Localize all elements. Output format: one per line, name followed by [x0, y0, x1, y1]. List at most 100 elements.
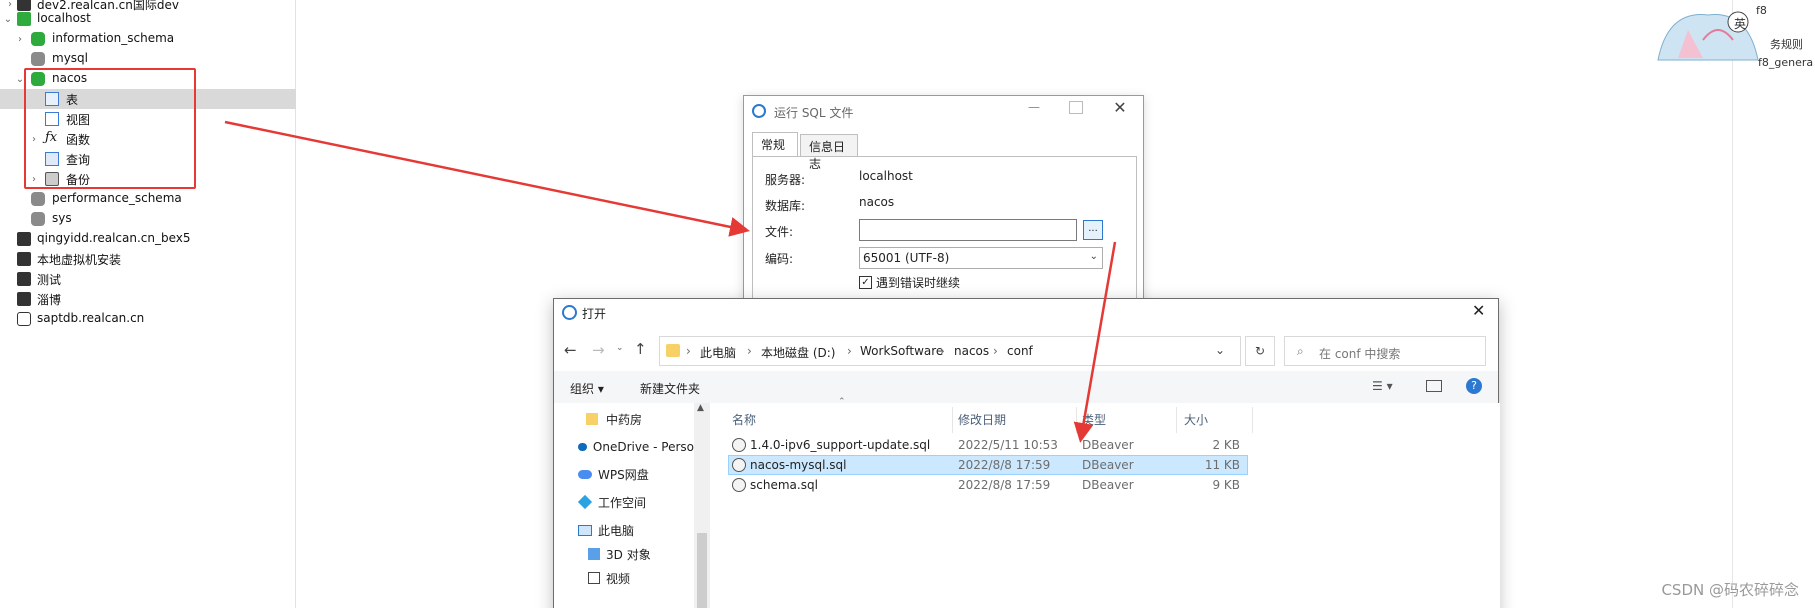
server-label: 服务器:: [765, 173, 806, 187]
chevron-right-icon[interactable]: ›: [14, 34, 26, 45]
close-button[interactable]: ✕: [1110, 98, 1130, 117]
background-text: f8_genera: [1758, 56, 1814, 69]
dbeaver-file-icon: [732, 478, 746, 492]
breadcrumb-item[interactable]: WorkSoftware: [860, 344, 943, 358]
back-icon[interactable]: ←: [564, 341, 577, 359]
nav-item[interactable]: 中药房: [578, 409, 694, 429]
tree-item-label: qingyidd.realcan.cn_bex5: [37, 231, 191, 245]
column-header-size[interactable]: 大小: [1184, 411, 1208, 428]
file-size: 9 KB: [1212, 478, 1240, 492]
nav-item-label: 中药房: [606, 412, 643, 427]
nav-item[interactable]: 此电脑: [578, 520, 694, 540]
tree-item-label: localhost: [37, 11, 91, 25]
minimize-button[interactable]: —: [1024, 100, 1044, 114]
forward-icon[interactable]: →: [592, 341, 605, 359]
maximize-button[interactable]: [1069, 101, 1083, 114]
tree-item-label: mysql: [52, 51, 88, 65]
column-header-type[interactable]: 类型: [1082, 411, 1106, 428]
continue-on-error-checkbox[interactable]: ✓: [859, 276, 872, 289]
tree-item-information-schema[interactable]: › information_schema: [0, 29, 296, 49]
tab-info-log[interactable]: 信息日志: [800, 134, 858, 171]
nav-item-label: 工作空间: [598, 495, 647, 510]
navigation-pane: 中药房 OneDrive - Perso WPS网盘 工作空间 此电脑 3D 对…: [554, 403, 712, 608]
breadcrumb-item[interactable]: 本地磁盘 (D:): [761, 344, 835, 361]
tree-item-sys[interactable]: sys: [0, 209, 296, 229]
nav-item[interactable]: 视频: [588, 568, 688, 588]
tree-item-label: 测试: [37, 273, 62, 287]
nav-item[interactable]: OneDrive - Perso: [578, 437, 694, 457]
encoding-label: 编码:: [765, 252, 794, 266]
nav-item-label: WPS网盘: [598, 467, 649, 482]
database-icon: [31, 32, 45, 46]
dialog-titlebar: 运行 SQL 文件 — ✕: [744, 96, 1143, 126]
tree-item-localhost[interactable]: ⌄ localhost: [0, 9, 296, 29]
organize-button[interactable]: 组织 ▾: [570, 380, 604, 397]
encoding-select[interactable]: 65001 (UTF-8) ⌄: [859, 247, 1103, 269]
file-size: 11 KB: [1204, 458, 1240, 472]
onedrive-icon: [578, 443, 587, 451]
up-icon[interactable]: ↑: [634, 340, 647, 358]
tree-item-zibo[interactable]: 淄博: [0, 289, 296, 309]
connection-icon: [17, 272, 31, 286]
database-icon: [31, 52, 45, 66]
chevron-right-icon: ›: [940, 344, 945, 358]
help-icon[interactable]: ?: [1466, 378, 1482, 394]
search-box[interactable]: ⌕ 在 conf 中搜索: [1284, 336, 1486, 366]
file-label: 文件:: [765, 225, 794, 239]
tree-item-test[interactable]: 测试: [0, 269, 296, 289]
panel-divider: [1732, 0, 1733, 608]
file-name: schema.sql: [750, 478, 818, 492]
close-button[interactable]: ✕: [1472, 301, 1485, 320]
continue-on-error-label: 遇到错误时继续: [876, 276, 961, 290]
file-type: DBeaver: [1082, 458, 1134, 472]
computer-icon: [578, 524, 592, 536]
tree-item-mysql[interactable]: mysql: [0, 49, 296, 69]
chevron-down-icon[interactable]: ⌄: [2, 14, 14, 25]
file-row[interactable]: 1.4.0-ipv6_support-update.sql 2022/5/11 …: [728, 435, 1248, 455]
new-folder-button[interactable]: 新建文件夹: [640, 380, 700, 397]
search-icon: ⌕: [1297, 344, 1304, 358]
chevron-down-icon[interactable]: ⌄: [1215, 343, 1225, 357]
breadcrumb-item[interactable]: 此电脑: [700, 344, 736, 361]
tree-item-label: performance_schema: [52, 191, 182, 205]
connection-icon: [17, 312, 31, 326]
database-label: 数据库:: [765, 199, 806, 213]
preview-pane-icon[interactable]: [1426, 380, 1442, 392]
scroll-up-icon[interactable]: ▲: [697, 403, 704, 413]
command-bar: 组织 ▾ 新建文件夹 ☰ ▾ ?: [554, 371, 1498, 403]
nav-item-label: 此电脑: [598, 523, 635, 538]
column-header-name[interactable]: 名称: [732, 411, 756, 428]
watermark: CSDN @码农碎碎念: [1661, 581, 1799, 599]
nav-item[interactable]: 工作空间: [578, 492, 694, 512]
tab-general[interactable]: 常规: [752, 132, 798, 156]
background-text: f8: [1756, 4, 1767, 17]
browse-button[interactable]: ...: [1083, 220, 1103, 240]
column-divider: [1076, 407, 1077, 433]
breadcrumb-item[interactable]: conf: [1007, 344, 1033, 358]
app-icon: [562, 305, 577, 320]
highlight-box: [24, 68, 196, 189]
column-header-date[interactable]: 修改日期: [958, 411, 1006, 428]
tree-item-local-vm[interactable]: 本地虚拟机安装: [0, 249, 296, 269]
tree-item-performance-schema[interactable]: performance_schema: [0, 189, 296, 209]
dialog-title: 运行 SQL 文件: [774, 106, 854, 120]
breadcrumb-item[interactable]: nacos: [954, 344, 989, 358]
sticker-image: [1648, 0, 1768, 70]
file-row-selected[interactable]: nacos-mysql.sql 2022/8/8 17:59 DBeaver 1…: [728, 455, 1248, 475]
database-icon: [31, 192, 45, 206]
tree-item-qingyidd[interactable]: qingyidd.realcan.cn_bex5: [0, 229, 296, 249]
view-options-icon[interactable]: ☰ ▾: [1372, 379, 1393, 393]
tree-item-saptdb[interactable]: saptdb.realcan.cn: [0, 309, 296, 329]
nav-item-label: 3D 对象: [606, 547, 651, 562]
recent-locations-icon[interactable]: ⌄: [616, 343, 624, 353]
search-placeholder: 在 conf 中搜索: [1319, 347, 1401, 361]
address-bar[interactable]: › 此电脑 › 本地磁盘 (D:) › WorkSoftware › nacos…: [659, 336, 1241, 366]
nav-item[interactable]: WPS网盘: [578, 464, 694, 484]
refresh-icon[interactable]: ↻: [1245, 336, 1275, 366]
nav-item[interactable]: 3D 对象: [588, 544, 688, 564]
nav-scrollbar[interactable]: ▲: [694, 403, 710, 608]
file-row[interactable]: schema.sql 2022/8/8 17:59 DBeaver 9 KB: [728, 475, 1248, 495]
nav-item-label: 视频: [606, 571, 631, 586]
file-path-input[interactable]: [859, 219, 1077, 241]
scroll-thumb[interactable]: [697, 533, 707, 608]
